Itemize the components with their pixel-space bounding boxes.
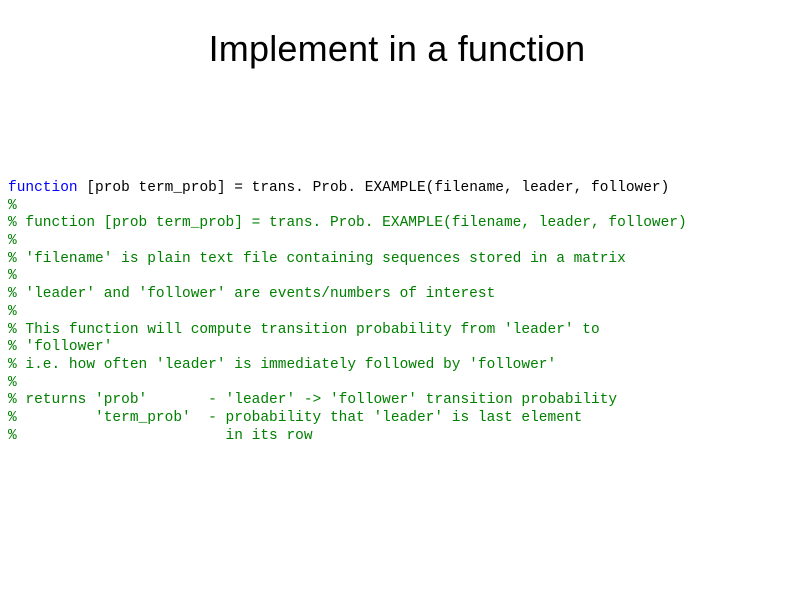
keyword-function: function	[8, 180, 86, 196]
comment-line: % returns 'prob' - 'leader' -> 'follower…	[8, 392, 617, 408]
slide: Implement in a function function [prob t…	[0, 0, 794, 595]
comment-line: % This function will compute transition …	[8, 322, 600, 338]
comment-line: % 'follower'	[8, 339, 112, 355]
comment-line: %	[8, 268, 17, 284]
function-signature: [prob term_prob] = trans. Prob. EXAMPLE(…	[86, 180, 669, 196]
comment-line: % 'filename' is plain text file containi…	[8, 251, 626, 267]
comment-line: %	[8, 233, 17, 249]
comment-line: % 'term_prob' - probability that 'leader…	[8, 410, 582, 426]
code-block: function [prob term_prob] = trans. Prob.…	[8, 180, 687, 445]
comment-line: % 'leader' and 'follower' are events/num…	[8, 286, 495, 302]
comment-line: % i.e. how often 'leader' is immediately…	[8, 357, 556, 373]
slide-title: Implement in a function	[0, 0, 794, 70]
comment-line: %	[8, 198, 17, 214]
comment-line: % function [prob term_prob] = trans. Pro…	[8, 215, 687, 231]
comment-line: % in its row	[8, 428, 313, 444]
comment-line: %	[8, 304, 17, 320]
comment-line: %	[8, 375, 17, 391]
